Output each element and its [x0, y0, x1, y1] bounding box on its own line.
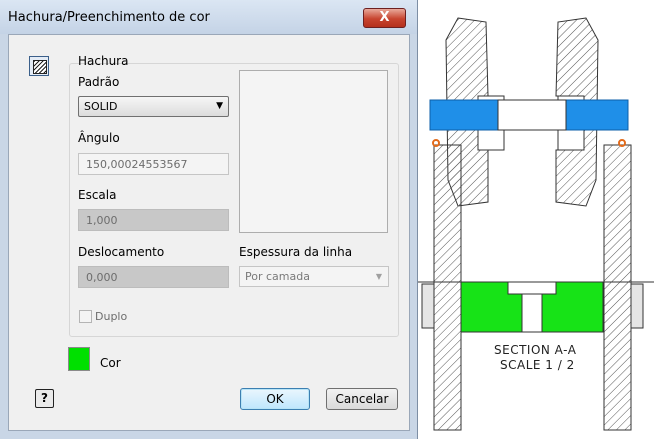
- dialog-titlebar[interactable]: Hachura/Preenchimento de cor X: [0, 0, 417, 34]
- offset-value: 0,000: [86, 271, 118, 284]
- line-weight-value: Por camada: [245, 270, 310, 283]
- dialog-title: Hachura/Preenchimento de cor: [8, 10, 210, 25]
- hatch-dialog: Hachura/Preenchimento de cor X Hachura P…: [0, 0, 418, 439]
- left-plate: [433, 144, 462, 431]
- ok-button[interactable]: OK: [240, 388, 310, 410]
- help-icon[interactable]: ?: [35, 389, 54, 408]
- offset-label: Deslocamento: [78, 245, 165, 259]
- offset-input[interactable]: 0,000: [78, 266, 229, 288]
- line-weight-label: Espessura da linha: [239, 245, 353, 259]
- scale-label-text: SCALE 1 / 2: [500, 358, 575, 372]
- group-title: Hachura: [78, 54, 129, 68]
- left-nut: [421, 283, 435, 329]
- angle-label: Ângulo: [78, 131, 120, 145]
- chevron-down-icon: ▼: [375, 272, 382, 281]
- block-slot: [507, 281, 557, 295]
- section-view: [418, 17, 654, 431]
- pattern-label: Padrão: [78, 75, 120, 89]
- double-checkbox[interactable]: [79, 310, 92, 323]
- pattern-select[interactable]: SOLID ▼: [78, 96, 229, 117]
- cancel-button[interactable]: Cancelar: [326, 388, 398, 410]
- right-nut: [630, 283, 644, 329]
- hatch-pattern-icon[interactable]: [29, 56, 49, 76]
- right-pin-icon: [618, 139, 626, 147]
- color-label: Cor: [100, 356, 121, 370]
- close-icon: X: [379, 10, 390, 25]
- line-weight-select[interactable]: Por camada ▼: [239, 266, 389, 287]
- shaft-gap: [497, 99, 567, 131]
- chevron-down-icon: ▼: [216, 101, 223, 111]
- scale-input[interactable]: 1,000: [78, 209, 229, 231]
- block-notch: [521, 293, 543, 333]
- close-button[interactable]: X: [363, 8, 406, 28]
- double-label: Duplo: [95, 310, 128, 323]
- left-pin-icon: [432, 139, 440, 147]
- scale-label: Escala: [78, 188, 117, 202]
- pattern-value: SOLID: [84, 100, 118, 113]
- hatch-preview: [239, 70, 388, 233]
- right-plate: [603, 144, 632, 431]
- scale-value: 1,000: [86, 214, 118, 227]
- cad-drawing: SECTION A-A SCALE 1 / 2: [418, 0, 654, 439]
- color-swatch[interactable]: [68, 347, 90, 371]
- section-label: SECTION A-A: [494, 343, 577, 357]
- angle-input[interactable]: 150,00024553567: [78, 153, 229, 175]
- angle-value: 150,00024553567: [86, 158, 188, 171]
